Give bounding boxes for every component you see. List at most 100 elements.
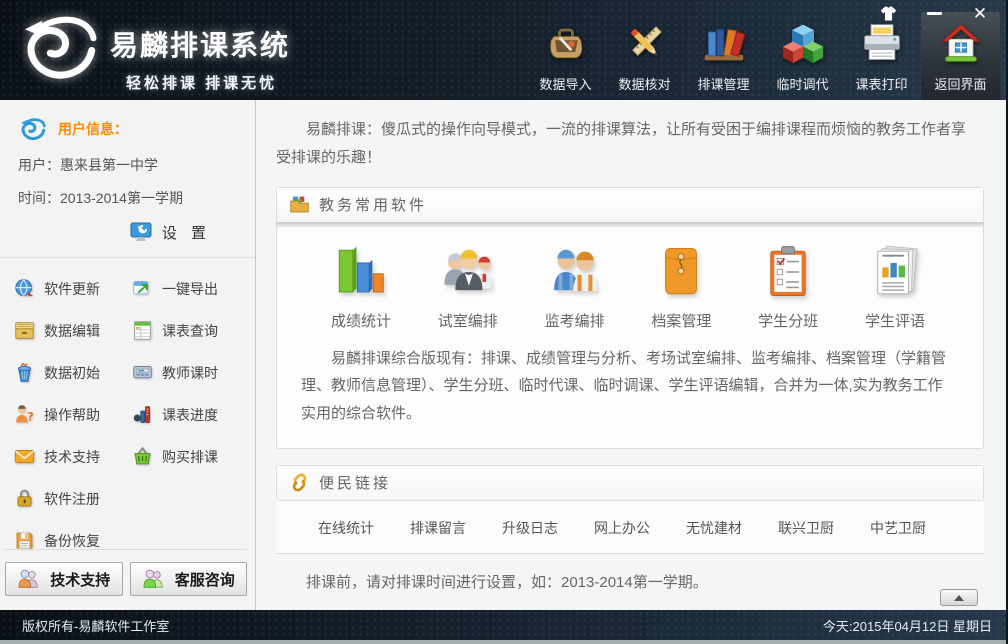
- drawer-icon: [14, 320, 35, 341]
- settings-button[interactable]: 设 置: [18, 221, 211, 243]
- dragon-logo-icon: [16, 10, 104, 84]
- app-score-stats[interactable]: 成绩统计: [315, 243, 407, 331]
- workers-group-icon: [439, 243, 497, 301]
- toolbar: 数据导入 数据核对: [526, 12, 1000, 100]
- sidebar-item-buy[interactable]: 购买排课: [132, 446, 251, 467]
- books-icon: [702, 21, 746, 65]
- minimize-icon[interactable]: [924, 4, 944, 22]
- svg-text:?: ?: [27, 410, 34, 424]
- supervisors-icon: [546, 243, 604, 301]
- app-class-assign[interactable]: 学生分班: [742, 243, 834, 331]
- customer-service-button[interactable]: 客服咨询: [130, 562, 248, 596]
- menu-label: 一键导出: [162, 279, 218, 299]
- table-search-icon: [132, 320, 153, 341]
- quick-link-building-materials[interactable]: 无忧建材: [686, 518, 742, 538]
- sidebar-item-one-key-export[interactable]: 一键导出: [132, 278, 251, 299]
- sidebar-menu: 软件更新 一键导出: [0, 258, 255, 551]
- toolbar-label: 数据核对: [618, 74, 670, 93]
- sidebar-item-data-init[interactable]: 数据初始: [14, 362, 132, 383]
- cubes-icon: [781, 21, 825, 65]
- settings-label: 设 置: [162, 222, 211, 243]
- menu-label: 技术支持: [44, 447, 100, 467]
- toolbar-item-data-check[interactable]: 数据核对: [605, 12, 684, 100]
- sidebar-item-teacher-hours[interactable]: 教师课时: [132, 362, 251, 383]
- apps-grid: 成绩统计: [277, 227, 983, 333]
- scroll-up-button[interactable]: [940, 589, 978, 606]
- sidebar-item-software-update[interactable]: 软件更新: [14, 278, 132, 299]
- toolbar-label: 排课管理: [697, 74, 749, 93]
- app-window: 易麟排课系统 轻松排课 排课无忧 ✕ 数据导入: [0, 0, 1008, 644]
- sidebar-support-buttons: 技术支持 客服咨询: [5, 549, 247, 596]
- menu-label: 数据编辑: [44, 321, 100, 341]
- sidebar-item-backup-restore[interactable]: 备份恢复: [14, 530, 132, 551]
- schedule-note: 排课前，请对排课时间进行设置，如：2013-2014第一学期。: [276, 571, 984, 592]
- menu-label: 课表查询: [162, 321, 218, 341]
- sidebar-item-timetable-progress[interactable]: 课表进度: [132, 404, 251, 425]
- menu-label: 备份恢复: [44, 531, 100, 551]
- app-archive[interactable]: 档案管理: [635, 243, 727, 331]
- toolbar-item-temp-substitute[interactable]: 临时调代: [763, 12, 842, 100]
- toolbar-label: 临时调代: [776, 74, 828, 93]
- printer-icon: [860, 21, 904, 65]
- monitor-wrench-icon: [129, 221, 153, 243]
- app-label: 监考编排: [545, 310, 605, 331]
- quick-link-lianxing-kitchen[interactable]: 联兴卫厨: [778, 518, 834, 538]
- quick-link-zhongyi-kitchen[interactable]: 中艺卫厨: [870, 518, 926, 538]
- user-name-line: 用户：惠来县第一中学: [18, 155, 237, 175]
- sidebar-item-register[interactable]: 软件注册: [14, 488, 132, 509]
- app-exam-room[interactable]: 试室编排: [422, 243, 514, 331]
- close-icon[interactable]: ✕: [970, 4, 990, 22]
- app-label: 学生评语: [865, 310, 925, 331]
- sidebar-item-data-edit[interactable]: 数据编辑: [14, 320, 132, 341]
- user-info-panel: 用户信息： 用户：惠来县第一中学 时间：2013-2014第一学期 设 置: [0, 100, 255, 258]
- sidebar-item-help[interactable]: ? 操作帮助: [14, 404, 132, 425]
- skin-icon[interactable]: [878, 4, 898, 22]
- toolbar-label: 返回界面: [934, 74, 986, 93]
- menu-label: 数据初始: [44, 363, 100, 383]
- menu-label: 操作帮助: [44, 405, 100, 425]
- app-label: 试室编排: [438, 310, 498, 331]
- toolbar-item-schedule-manage[interactable]: 排课管理: [684, 12, 763, 100]
- toolbar-item-print[interactable]: 课表打印: [842, 12, 921, 100]
- app-title: 易麟排课系统: [110, 24, 290, 64]
- quick-link-changelog[interactable]: 升级日志: [502, 518, 558, 538]
- calculator-icon: [132, 362, 153, 383]
- floppy-icon: [14, 530, 35, 551]
- people-orange-icon: [17, 569, 41, 589]
- quick-link-online-stats[interactable]: 在线统计: [318, 518, 374, 538]
- sidebar-item-tech-support[interactable]: 技术支持: [14, 446, 132, 467]
- quick-link-message-board[interactable]: 排课留言: [410, 518, 466, 538]
- globe-update-icon: [14, 278, 35, 299]
- software-description: 易麟排课综合版现有：排课、成绩管理与分析、考场试室编排、监考编排、档案管理（学籍…: [277, 333, 983, 448]
- quick-links-row: 在线统计 排课留言 升级日志 网上办公 无忧建材 联兴卫厨 中艺卫厨: [276, 501, 984, 554]
- app-proctor[interactable]: 监考编排: [529, 243, 621, 331]
- toolbar-item-data-import[interactable]: 数据导入: [526, 12, 605, 100]
- up-triangle-icon: [954, 595, 964, 601]
- tech-support-button[interactable]: 技术支持: [5, 562, 123, 596]
- user-info-title: 用户信息：: [58, 119, 128, 139]
- app-student-comments[interactable]: 学生评语: [849, 243, 941, 331]
- toolbar-item-return-home[interactable]: 返回界面: [921, 12, 1000, 100]
- link-icon: [289, 472, 310, 493]
- export-icon: [132, 278, 153, 299]
- software-panel-header: 教务常用软件: [277, 188, 983, 222]
- trash-icon: [14, 362, 35, 383]
- app-label: 档案管理: [651, 310, 711, 331]
- report-docs-icon: [866, 243, 924, 301]
- software-panel-title: 教务常用软件: [319, 194, 427, 215]
- people-green-icon: [142, 569, 166, 589]
- header: 易麟排课系统 轻松排课 排课无忧 ✕ 数据导入: [0, 0, 1006, 100]
- dragon-small-icon: [18, 116, 48, 142]
- copyright-text: 版权所有-易麟软件工作室: [22, 616, 169, 635]
- date-text: 今天:2015年04月12日 星期日: [823, 616, 992, 635]
- sidebar-item-timetable-query[interactable]: 课表查询: [132, 320, 251, 341]
- menu-label: 课表进度: [162, 405, 218, 425]
- software-panel: 教务常用软件 成绩统计: [276, 187, 984, 449]
- quick-link-online-office[interactable]: 网上办公: [594, 518, 650, 538]
- main-content: 易麟排课：傻瓜式的操作向导模式，一流的排课算法，让所有受困于编排课程而烦恼的教务…: [256, 100, 1006, 610]
- toolbox-icon: [544, 21, 588, 65]
- support-button-label: 客服咨询: [175, 569, 235, 590]
- sidebar: 用户信息： 用户：惠来县第一中学 时间：2013-2014第一学期 设 置: [0, 100, 256, 610]
- logo-area: 易麟排课系统 轻松排课 排课无忧: [16, 10, 290, 93]
- links-panel: 便民链接: [276, 465, 984, 501]
